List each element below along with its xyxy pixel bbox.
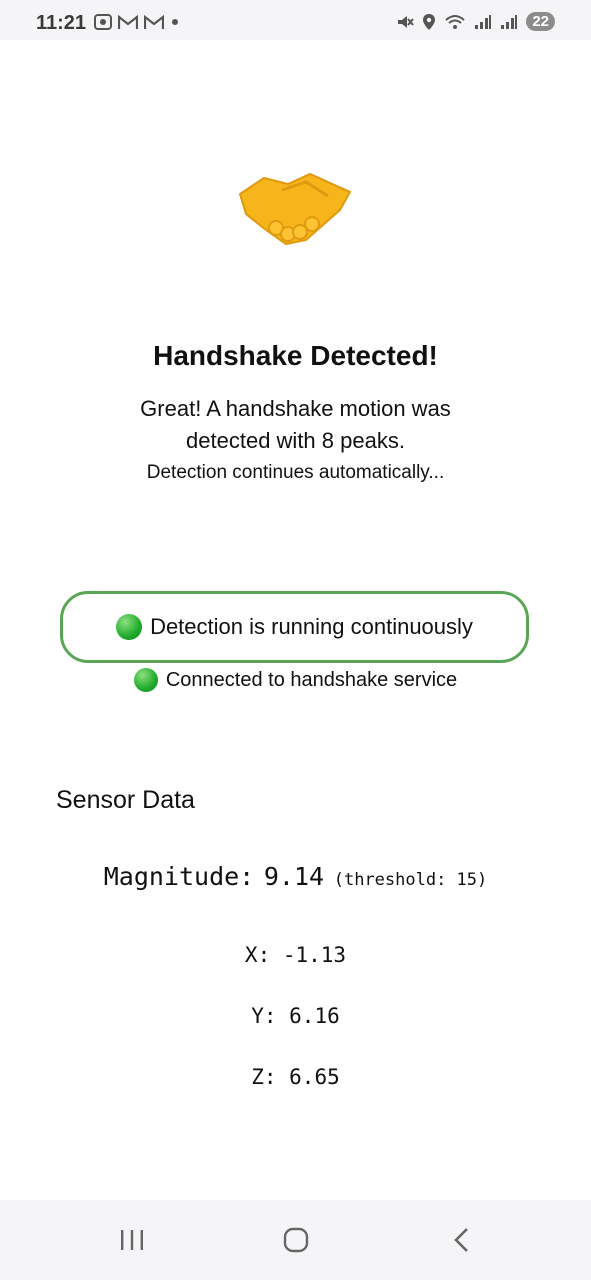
z-axis-value: Z: 6.65 [251, 1065, 340, 1089]
dot-icon [172, 19, 178, 25]
x-axis-value: X: -1.13 [244, 943, 347, 967]
sensor-heading: Sensor Data [56, 786, 195, 814]
status-bar: 11:21 22 [0, 0, 591, 40]
battery-badge: 22 [526, 12, 555, 31]
detection-note: Detection continues automatically... [146, 462, 445, 483]
clock: 11:21 [36, 12, 87, 34]
magnitude-label: Magnitude: [103, 862, 255, 891]
green-circle-icon [133, 668, 158, 692]
location-icon [423, 13, 436, 30]
magnitude-readout: Magnitude: 9.14 (threshold: 15) [0, 862, 591, 891]
screenshot-icon [94, 14, 112, 30]
signal-icon [501, 14, 518, 29]
mute-icon [398, 15, 415, 28]
running-status-label: Detection is running continuously [150, 614, 473, 639]
y-axis-value: Y: 6.16 [251, 1004, 340, 1028]
connection-status-label: Connected to handshake service [165, 668, 458, 691]
home-button[interactable] [276, 1222, 316, 1258]
handshake-emoji [238, 172, 352, 246]
connection-status: Connected to handshake service [0, 668, 591, 692]
magnitude-value: 9.14 [263, 862, 325, 891]
back-button[interactable] [442, 1222, 482, 1258]
green-circle-icon [116, 614, 143, 640]
gmail-icon [144, 14, 164, 29]
running-status-badge: Detection is running continuously [60, 591, 529, 663]
recent-apps-button[interactable] [112, 1222, 152, 1258]
signal-icon [475, 14, 492, 29]
gmail-icon [118, 14, 138, 29]
navigation-bar [0, 1200, 591, 1280]
back-icon [454, 1228, 468, 1252]
page-title: Handshake Detected! [153, 340, 438, 371]
wifi-icon [445, 14, 465, 29]
recent-apps-icon [121, 1230, 143, 1250]
detection-description: Great! A handshake motion was detected w… [140, 396, 451, 453]
threshold-text: (threshold: 15) [333, 870, 488, 890]
home-icon [283, 1227, 309, 1253]
